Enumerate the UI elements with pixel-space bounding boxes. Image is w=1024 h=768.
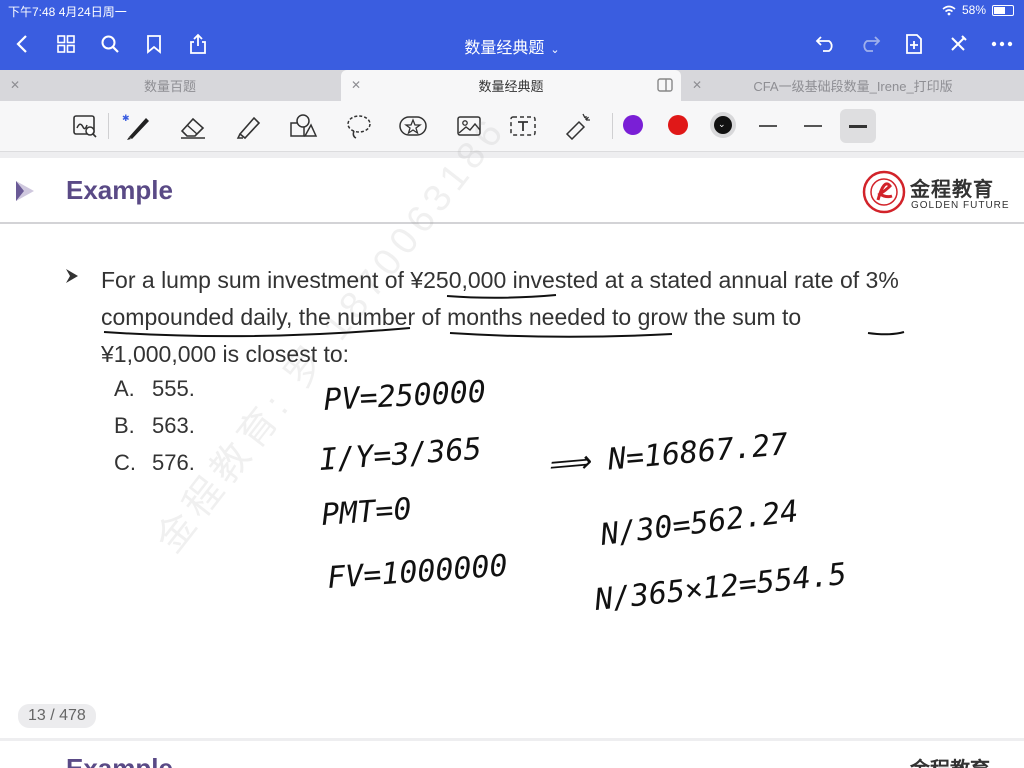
ink-n30: N/30=562.24 bbox=[598, 494, 800, 553]
underline-months bbox=[449, 332, 673, 338]
underline-250000 bbox=[446, 294, 557, 299]
ink-annotations: PV=250000 I/Y=3/365 PMT=0 FV=1000000 ⟹ N… bbox=[103, 294, 905, 618]
ink-fv: FV=1000000 bbox=[326, 548, 509, 596]
ink-iy: I/Y=3/365 bbox=[318, 432, 483, 478]
underline-compounded-daily bbox=[103, 327, 411, 338]
ink-n365: N/365×12=554.5 bbox=[592, 557, 848, 618]
next-slide-brand: 金程教育 bbox=[910, 753, 990, 768]
ink-pv: PV=250000 bbox=[323, 375, 487, 418]
underline-the bbox=[867, 331, 905, 336]
ink-pmt: PMT=0 bbox=[320, 492, 413, 533]
page-counter: 13 / 478 bbox=[18, 704, 96, 728]
ink-n: ⟹ N=16867.27 bbox=[546, 427, 790, 483]
next-pdf-page[interactable]: Example 金程教育 bbox=[0, 741, 1024, 768]
next-slide-title: Example bbox=[66, 753, 173, 768]
